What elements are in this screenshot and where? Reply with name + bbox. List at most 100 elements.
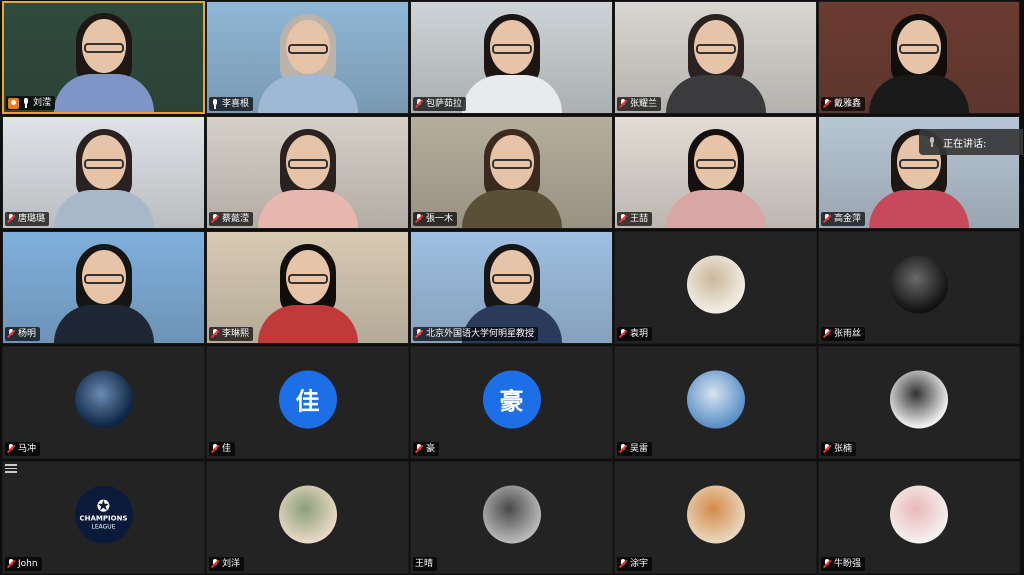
speaking-indicator: 正在讲话: (919, 129, 1023, 155)
participant-tile[interactable]: 袁玥 (614, 231, 817, 344)
mic-muted-icon (823, 559, 831, 569)
name-tag: 包萨茹拉 (413, 97, 467, 111)
mic-muted-icon (619, 214, 627, 224)
participant-name: 马冲 (18, 444, 37, 454)
participant-tile[interactable]: 马冲 (2, 346, 205, 459)
participant-name: 刘洋 (222, 559, 241, 569)
participant-name: 高金萍 (834, 214, 862, 224)
mic-muted-icon (211, 329, 219, 339)
participant-tile[interactable]: 张耀兰 (614, 1, 817, 114)
participant-tile[interactable]: 北京外国语大学何明星教授 (410, 231, 613, 344)
participant-tile[interactable]: 涂宇 (614, 461, 817, 574)
mic-muted-icon (415, 99, 423, 109)
name-tag: 牛盼强 (821, 557, 866, 571)
participant-tile[interactable]: 唐璐璐 (2, 116, 205, 229)
participant-tile[interactable]: 吴雷 (614, 346, 817, 459)
participant-name: 李喜根 (222, 99, 250, 109)
name-tag: 李喜根 (209, 97, 254, 111)
name-tag: 張一木 (413, 212, 458, 226)
participant-silhouette (461, 8, 562, 113)
grid-menu-icon[interactable] (5, 462, 19, 473)
participant-silhouette (53, 238, 154, 343)
name-tag: 高金萍 (821, 212, 866, 226)
mic-muted-icon (7, 444, 15, 454)
sky-avatar (686, 370, 745, 429)
participant-silhouette (53, 123, 154, 228)
league-text: LEAGUE (91, 523, 116, 531)
participant-tile[interactable]: 王晴 (410, 461, 613, 574)
participant-silhouette (665, 123, 766, 228)
mic-muted-icon (619, 444, 627, 454)
name-tag: 杨明 (5, 327, 41, 341)
participant-tile[interactable]: 王喆 (614, 116, 817, 229)
name-tag: 佳 (209, 442, 236, 456)
participant-silhouette (53, 7, 154, 112)
participant-silhouette (257, 238, 358, 343)
letter-avatar: 豪 (482, 370, 541, 429)
participant-name: 唐璐璐 (18, 214, 46, 224)
mic-icon (211, 99, 219, 109)
participant-tile[interactable]: 戴雅鑫 (818, 1, 1020, 114)
mic-muted-icon (823, 214, 831, 224)
participant-name: 包萨茹拉 (426, 99, 463, 109)
name-tag: 张楠 (821, 442, 857, 456)
participant-name: 王喆 (630, 214, 649, 224)
participant-tile[interactable]: 包萨茹拉 (410, 1, 613, 114)
participant-tile[interactable]: 豪豪 (410, 346, 613, 459)
participant-name: 蔡懿滢 (222, 214, 250, 224)
participant-tile[interactable]: 杨明 (2, 231, 205, 344)
participant-silhouette (257, 123, 358, 228)
mic-muted-icon (7, 214, 15, 224)
cartoon-avatar (890, 485, 948, 544)
name-tag: 张耀兰 (617, 97, 662, 111)
champions-text: CHAMPIONS (79, 514, 128, 523)
mic-muted-icon (823, 329, 831, 339)
participant-name: 張一木 (426, 214, 454, 224)
participant-name: 牛盼强 (834, 559, 862, 569)
participant-tile[interactable]: 蔡懿滢 (206, 116, 409, 229)
participant-tile[interactable]: 張一木 (410, 116, 613, 229)
participant-tile[interactable]: 佳佳 (206, 346, 409, 459)
participant-name: 豪 (426, 444, 436, 454)
name-tag: 吴雷 (617, 442, 653, 456)
participant-tile[interactable]: 刘滢 (2, 1, 205, 114)
star-ball-icon: ✪ (96, 496, 111, 516)
participant-name: John (18, 559, 38, 569)
name-tag: 北京外国语大学何明星教授 (413, 327, 539, 341)
name-tag: 唐璐璐 (5, 212, 50, 226)
name-tag: 刘洋 (209, 557, 245, 571)
participant-name: 北京外国语大学何明星教授 (426, 329, 535, 339)
mic-muted-icon (211, 214, 219, 224)
participant-silhouette (257, 8, 358, 113)
name-tag: 涂宇 (617, 557, 653, 571)
participant-tile[interactable]: 牛盼强 (818, 461, 1020, 574)
participant-name: 佳 (222, 444, 232, 454)
mic-muted-icon (415, 214, 423, 224)
name-tag: 蔡懿滢 (209, 212, 254, 226)
participant-tile[interactable]: 李琳熙 (206, 231, 409, 344)
mic-muted-icon (415, 329, 423, 339)
mic-muted-icon (619, 559, 627, 569)
mic-muted-icon (211, 444, 219, 454)
participant-tile[interactable]: 刘洋 (206, 461, 409, 574)
participant-tile[interactable]: 张雨丝 (818, 231, 1020, 344)
mic-muted-icon (7, 559, 15, 569)
participant-tile[interactable]: ✪ CHAMPIONS LEAGUE John (2, 461, 205, 574)
participant-name: 张楠 (834, 444, 853, 454)
participant-tile[interactable]: 李喜根 (206, 1, 409, 114)
space-avatar (74, 370, 133, 429)
participant-tile[interactable]: 张楠 (818, 346, 1020, 459)
champions-league-avatar: ✪ CHAMPIONS LEAGUE (74, 485, 133, 544)
participant-name: 张耀兰 (630, 99, 658, 109)
name-tag: 袁玥 (617, 327, 653, 341)
mic-icon (22, 98, 30, 108)
flower-avatar (278, 485, 337, 544)
participant-name: 刘滢 (33, 98, 52, 108)
mic-muted-icon (415, 444, 423, 454)
mic-muted-icon (823, 99, 831, 109)
name-tag: 豪 (413, 442, 440, 456)
participant-name: 李琳熙 (222, 329, 250, 339)
letter-avatar: 佳 (278, 370, 337, 429)
participant-name: 戴雅鑫 (834, 99, 862, 109)
participant-silhouette (461, 123, 562, 228)
